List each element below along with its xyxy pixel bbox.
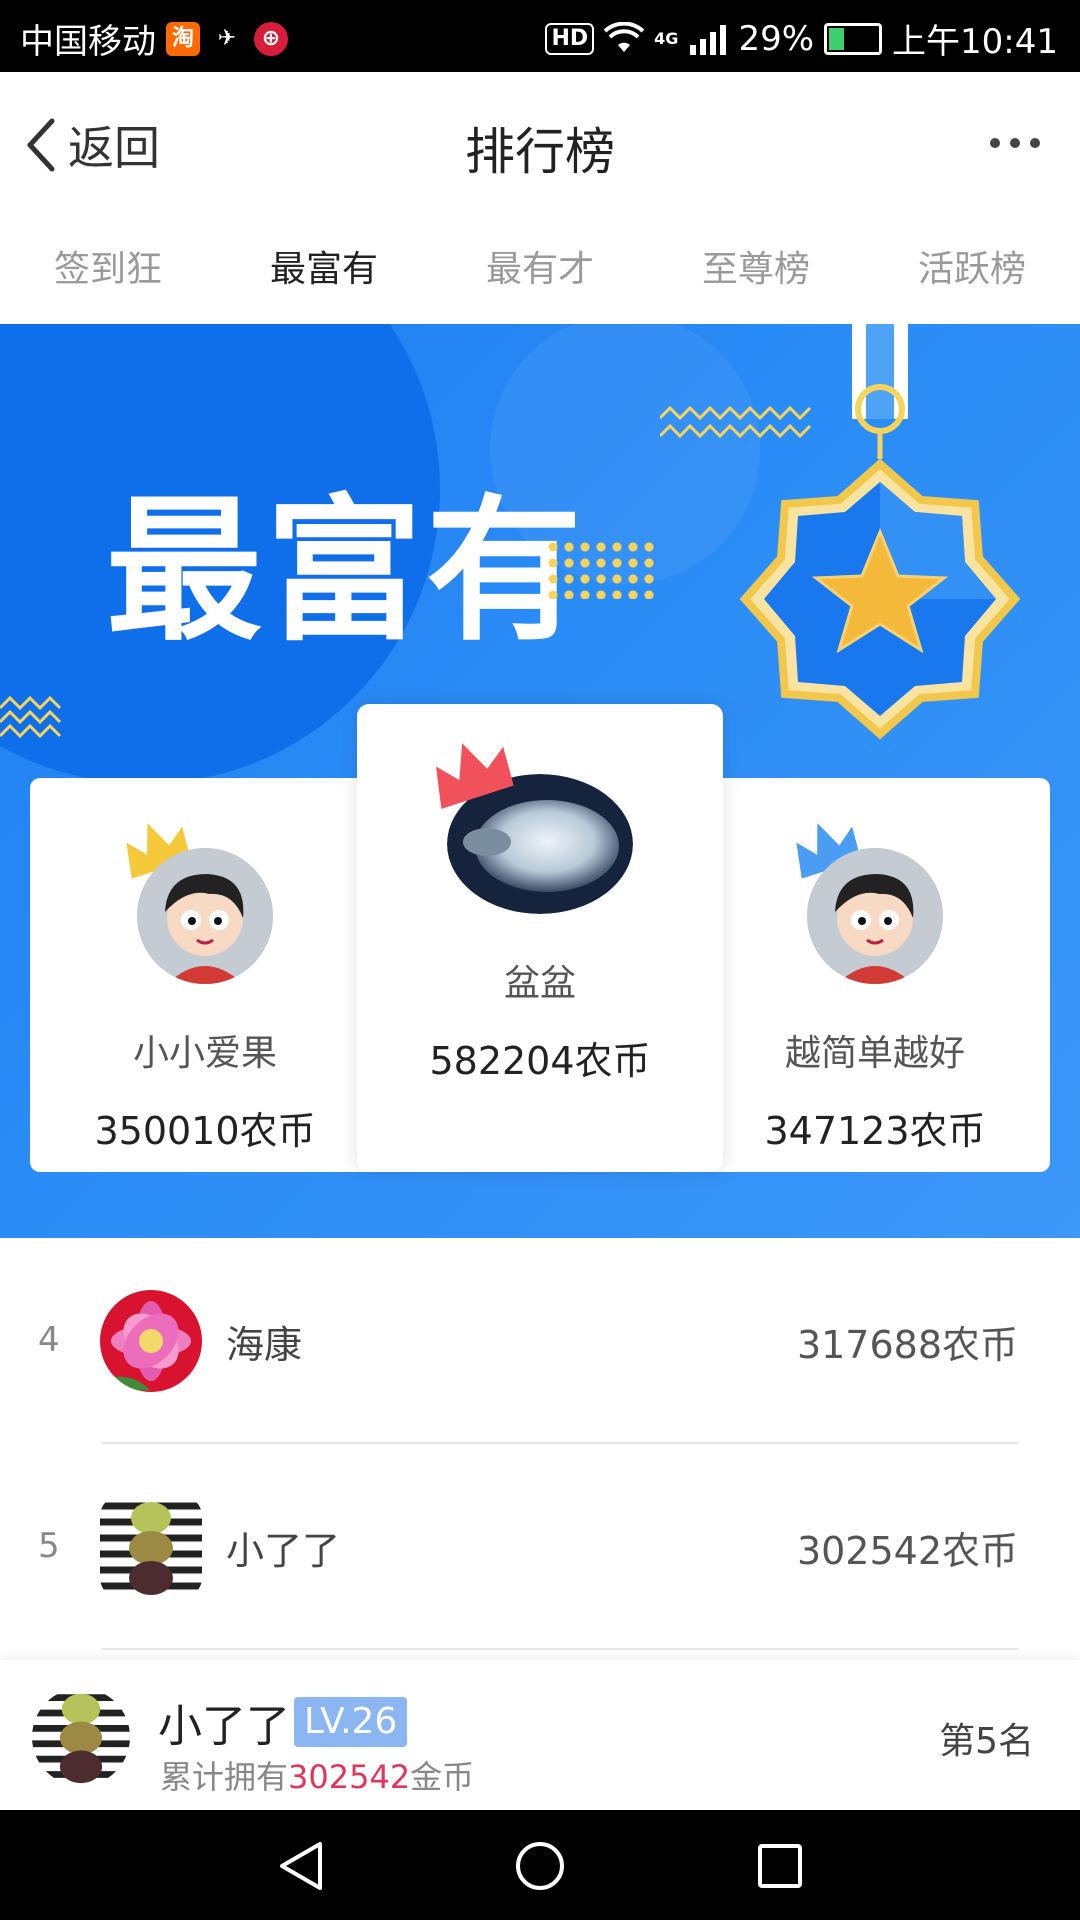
avatar [137, 848, 273, 984]
app-header: 返回 排行榜 [0, 72, 1080, 218]
clock: 上午10:41 [892, 22, 1058, 62]
podium-first: 盆盆 582204农币 [357, 743, 723, 1085]
paper-plane-icon: ✈ [217, 25, 237, 51]
zigzag-decor-left-icon [0, 695, 62, 739]
ranking-tabs: 签到狂 最富有 最有才 至尊榜 活跃榜 [0, 216, 1080, 324]
my-coins-prefix: 累计拥有 [160, 1758, 289, 1796]
list-item[interactable]: 4 海康 317688农币 [0, 1238, 1080, 1444]
rank-number: 4 [38, 1320, 60, 1360]
podium-coins: 350010农币 [94, 1109, 316, 1153]
podium-name: 小小爱果 [132, 1033, 277, 1074]
page-title: 排行榜 [465, 123, 615, 181]
medal-icon [739, 324, 1021, 740]
user-coins: 302542农币 [796, 1529, 1018, 1573]
more-options-icon[interactable] [990, 138, 1040, 148]
my-name-row: 小了了 LV.26 [158, 1690, 408, 1754]
podium-card-first[interactable]: 盆盆 582204农币 [357, 704, 723, 1172]
divider [102, 1648, 1018, 1650]
avatar [807, 848, 943, 984]
podium-name: 越简单越好 [784, 1033, 965, 1074]
back-triangle-icon[interactable] [276, 1840, 328, 1892]
decor-dots [545, 539, 655, 599]
banner-title: 最富有 [106, 480, 586, 662]
unionpay-icon: ⊕ [254, 21, 288, 56]
podium-coins: 582204农币 [429, 1039, 651, 1083]
rank-number: 5 [38, 1526, 60, 1566]
user-coins: 317688农币 [796, 1323, 1018, 1367]
tab-richest[interactable]: 最富有 [216, 216, 432, 324]
podium-name: 盆盆 [503, 963, 576, 1004]
podium-card-second[interactable]: 小小爱果 350010农币 [30, 778, 380, 1172]
my-rank-label: 第5名 [939, 1721, 1034, 1762]
podium-coins: 347123农币 [764, 1109, 986, 1153]
tab-active[interactable]: 活跃榜 [864, 216, 1080, 324]
hd-badge: HD [545, 22, 595, 55]
battery-icon [824, 22, 883, 55]
taobao-icon: 淘 [166, 21, 200, 56]
podium-card-third[interactable]: 越简单越好 347123农币 [700, 778, 1050, 1172]
avatar [100, 1290, 202, 1392]
tab-supreme[interactable]: 至尊榜 [648, 216, 864, 324]
carrier-label: 中国移动 [20, 22, 156, 62]
podium-third: 越简单越好 347123农币 [700, 823, 1050, 1155]
tab-talented[interactable]: 最有才 [432, 216, 648, 324]
system-nav-bar [0, 1810, 1080, 1920]
my-coins-suffix: 金币 [410, 1758, 475, 1796]
avatar [100, 1496, 202, 1598]
list-item[interactable]: 5 小了了 302542农币 [0, 1444, 1080, 1650]
crown-red-icon [436, 743, 514, 809]
status-bar: 中国移动 淘 ✈ ⊕ HD 4G 29% 上午10:41 [0, 0, 1080, 72]
ranking-banner: 最富有 小小爱果 350010农币 越简单越好 347123农币 盆盆 5822… [0, 324, 1080, 1238]
battery-percent: 29% [738, 18, 815, 59]
wifi-icon [604, 21, 645, 52]
podium-second: 小小爱果 350010农币 [30, 823, 380, 1155]
user-name: 小了了 [226, 1529, 341, 1573]
my-coins-summary: 累计拥有302542金币 [160, 1752, 474, 1798]
tab-checkin[interactable]: 签到狂 [0, 216, 216, 324]
my-rank-bar[interactable]: 小了了 LV.26 累计拥有302542金币 第5名 [0, 1660, 1080, 1810]
recents-square-icon[interactable] [754, 1840, 806, 1892]
user-name: 海康 [226, 1323, 303, 1367]
my-avatar [32, 1688, 130, 1786]
my-name: 小了了 [158, 1701, 290, 1752]
signal-icon [690, 24, 727, 55]
home-circle-icon[interactable] [514, 1840, 566, 1892]
level-badge: LV.26 [294, 1697, 408, 1747]
network-type: 4G [654, 29, 679, 48]
my-coins-value: 302542 [288, 1758, 411, 1796]
